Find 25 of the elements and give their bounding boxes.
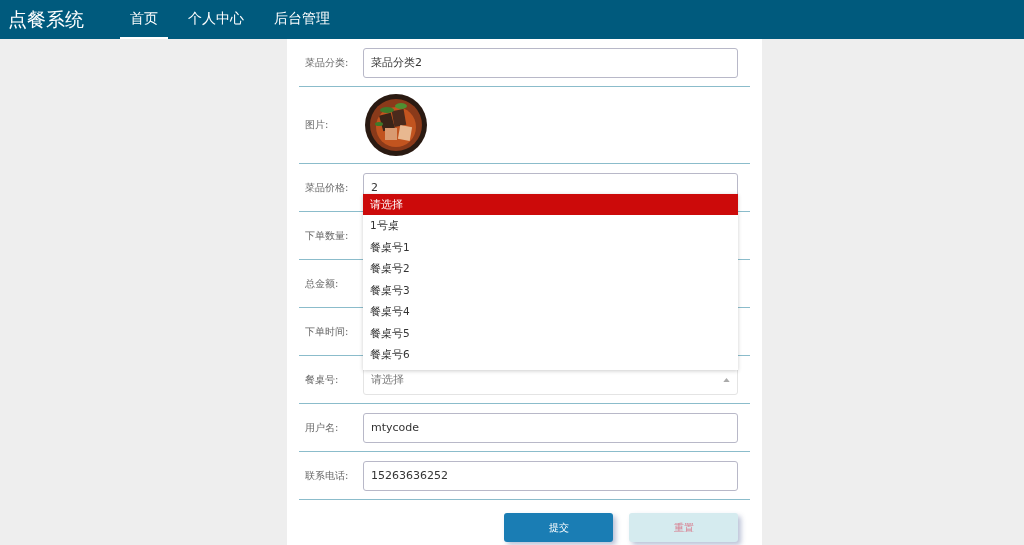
field-label: 用户名:	[304, 420, 340, 435]
app-title: 点餐系统	[7, 7, 85, 32]
field-label: 图片:	[304, 118, 330, 132]
nav-tab[interactable]: 个人中心	[178, 0, 254, 39]
nav-tab[interactable]: 首页	[120, 0, 168, 39]
field-label: 菜品价格:	[304, 180, 350, 195]
dropdown-option[interactable]: 餐桌号5	[363, 322, 738, 344]
submit-button[interactable]: 提交	[504, 513, 613, 542]
nav-tab[interactable]: 后台管理	[264, 0, 340, 39]
dropdown-option[interactable]: 请选择	[363, 193, 738, 215]
field-label: 菜品分类:	[304, 55, 350, 70]
dropdown-option[interactable]: 餐桌号2	[363, 258, 738, 280]
dropdown-option[interactable]: 1号桌	[363, 215, 738, 237]
field-label: 联系电话:	[304, 468, 350, 483]
field-label: 下单数量:	[304, 228, 350, 243]
field-label: 餐桌号:	[304, 372, 340, 387]
dropdown-option[interactable]: 餐桌号4	[363, 301, 738, 323]
field-label: 下单时间:	[304, 324, 350, 339]
field-label: 总金额:	[304, 276, 340, 291]
input-field[interactable]: 15263636252	[363, 460, 738, 491]
input-field[interactable]: 菜品分类2	[363, 47, 738, 78]
dropdown-option[interactable]: 餐桌号3	[363, 279, 738, 301]
input-field[interactable]: mtycode	[363, 412, 738, 443]
dropdown-option[interactable]: 餐桌号1	[363, 236, 738, 258]
dropdown-option[interactable]: 餐桌号6	[363, 344, 738, 366]
